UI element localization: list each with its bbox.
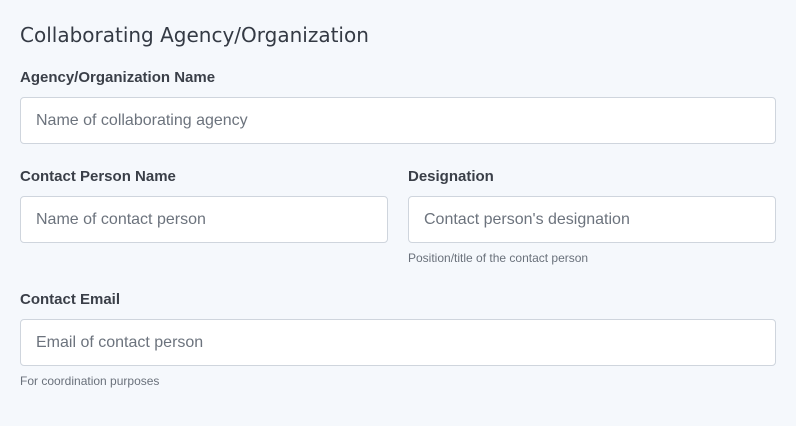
agency-name-label: Agency/Organization Name [20,69,216,86]
contact-email-label: Contact Email [20,291,121,308]
designation-input[interactable] [408,196,776,243]
contact-person-label: Contact Person Name [20,168,176,185]
agency-name-input[interactable] [20,97,776,144]
designation-label: Designation [408,168,494,185]
designation-help-text: Position/title of the contact person [408,251,589,265]
collaborating-agency-section: Collaborating Agency/Organization Agency… [0,0,796,426]
contact-email-help-text: For coordination purposes [20,374,160,388]
contact-person-input[interactable] [20,196,388,243]
section-title: Collaborating Agency/Organization [20,23,369,47]
contact-email-input[interactable] [20,319,776,366]
